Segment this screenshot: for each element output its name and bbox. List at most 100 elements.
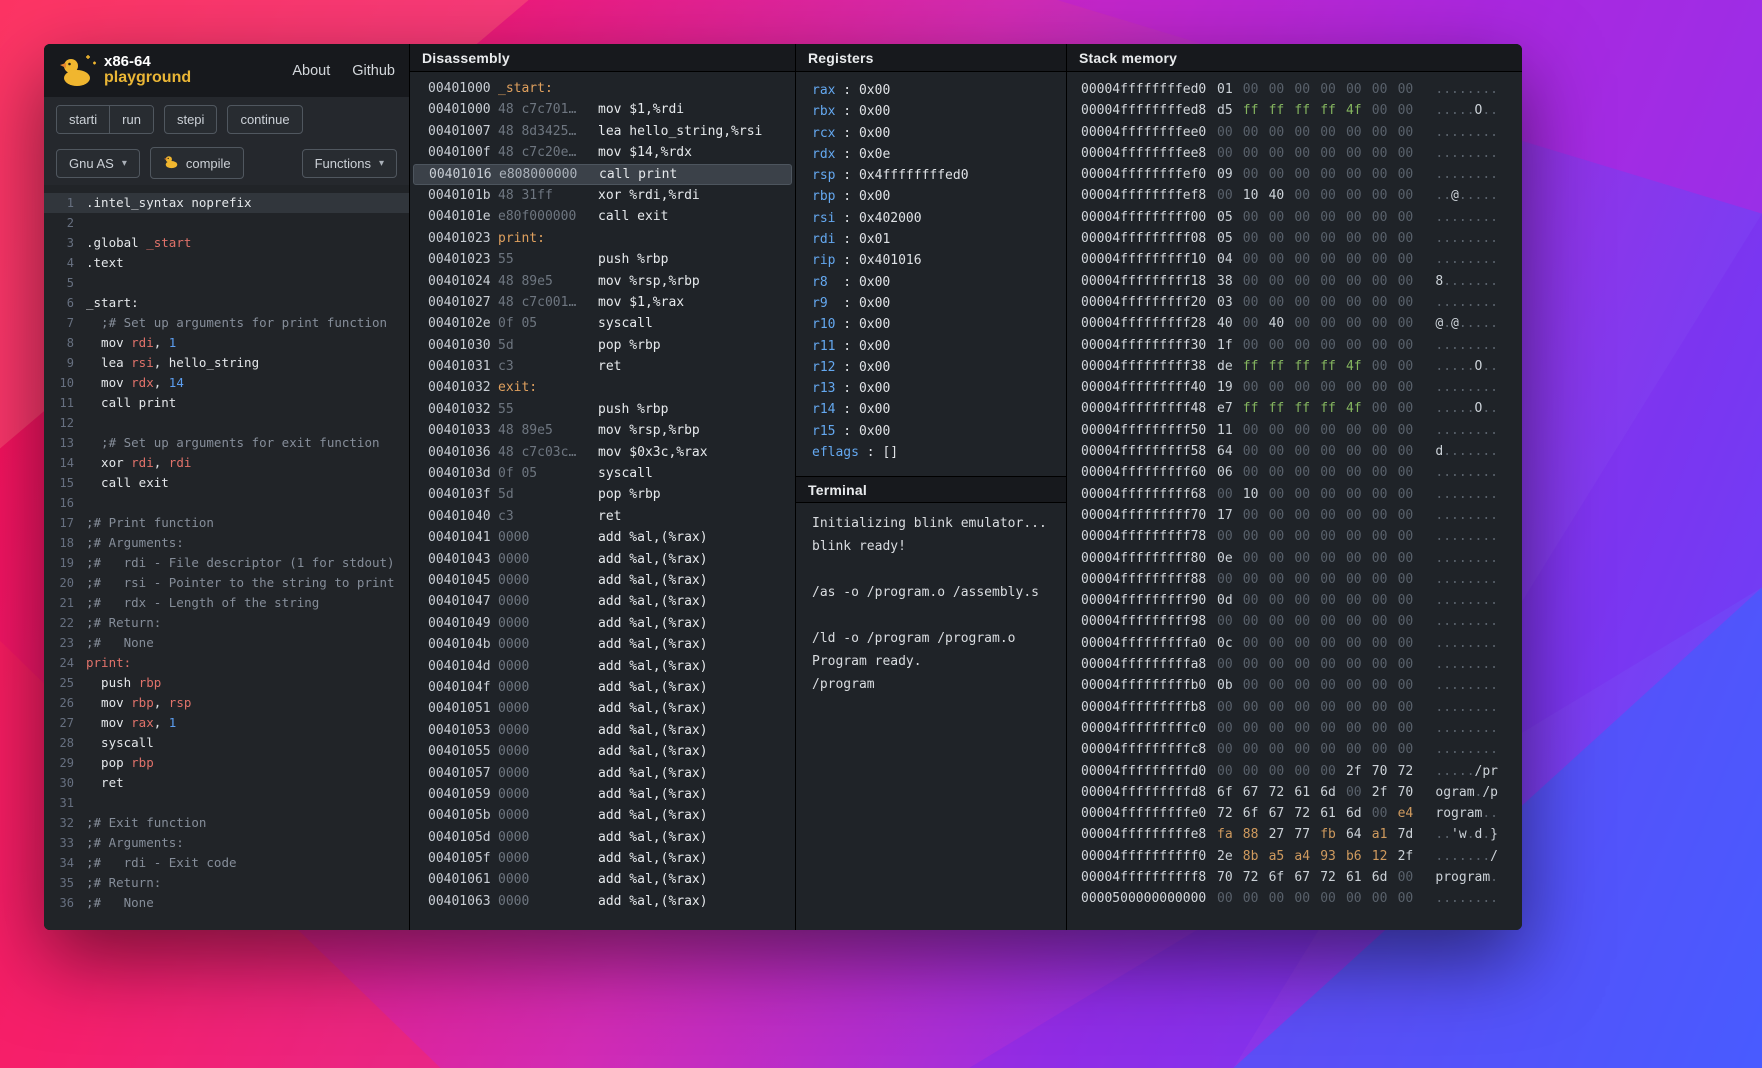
disassembly-row[interactable]: 0040103648 c7c03c…mov $0x3c,%rax bbox=[410, 442, 795, 463]
disassembly-row[interactable]: 0040105d0000add %al,(%rax) bbox=[410, 827, 795, 848]
stack-address: 00004fffffffff20 bbox=[1081, 292, 1209, 313]
disassembly-bytes: c3 bbox=[498, 506, 598, 527]
register-name: rdi bbox=[812, 229, 835, 250]
disassembly-row[interactable]: 00401031c3ret bbox=[410, 356, 795, 377]
continue-button[interactable]: continue bbox=[227, 105, 302, 134]
disassembly-row[interactable]: 004010530000add %al,(%rax) bbox=[410, 720, 795, 741]
stack-byte: 00 bbox=[1294, 377, 1320, 398]
disassembly-row[interactable]: 00401040c3ret bbox=[410, 506, 795, 527]
disassembly-row[interactable]: 0040102355push %rbp bbox=[410, 249, 795, 270]
disassembly-row[interactable]: 0040101ee80f000000call exit bbox=[410, 206, 795, 227]
stack-byte: 00 bbox=[1269, 249, 1295, 270]
disassembly-label-row[interactable]: 00401023print: bbox=[410, 228, 795, 249]
disassembly-row[interactable]: 004010450000add %al,(%rax) bbox=[410, 570, 795, 591]
disassembly-row[interactable]: 0040102e0f 05syscall bbox=[410, 313, 795, 334]
stack-ascii: ........ bbox=[1435, 718, 1498, 739]
stack-byte: 00 bbox=[1398, 505, 1424, 526]
disassembly-address: 00401051 bbox=[428, 698, 498, 719]
stack-byte: 00 bbox=[1320, 739, 1346, 760]
code-token: lea bbox=[86, 355, 131, 370]
disassembly-row[interactable]: 004010305dpop %rbp bbox=[410, 335, 795, 356]
stepi-button[interactable]: stepi bbox=[164, 105, 217, 134]
line-number: 6 bbox=[44, 293, 74, 313]
disassembly-row[interactable]: 004010630000add %al,(%rax) bbox=[410, 891, 795, 912]
disassembly-row[interactable]: 00401016e808000000call print bbox=[413, 164, 792, 185]
disassembly-row[interactable]: 0040100048 c7c701…mov $1,%rdi bbox=[410, 99, 795, 120]
disassembly-row[interactable]: 004010410000add %al,(%rax) bbox=[410, 527, 795, 548]
disassembly-row[interactable]: 0040100748 8d3425…lea hello_string,%rsi bbox=[410, 121, 795, 142]
ascii-char: . bbox=[1482, 274, 1490, 289]
ascii-char: g bbox=[1443, 785, 1451, 800]
disassembly-address: 00401016 bbox=[429, 165, 499, 184]
disassembly-row[interactable]: 0040105b0000add %al,(%rax) bbox=[410, 805, 795, 826]
terminal-output[interactable]: Initializing blink emulator...blink read… bbox=[796, 503, 1066, 930]
editor-line: 2 bbox=[44, 213, 409, 233]
stack-byte: 00 bbox=[1294, 441, 1320, 462]
line-number: 16 bbox=[44, 493, 74, 513]
compile-button[interactable]: compile bbox=[150, 147, 244, 179]
register-name: r13 bbox=[812, 378, 835, 399]
stack-byte: 00 bbox=[1372, 888, 1398, 909]
stack-byte: 00 bbox=[1398, 633, 1424, 654]
stack-byte: 00 bbox=[1346, 185, 1372, 206]
ascii-char: . bbox=[1482, 636, 1490, 651]
disassembly-row[interactable]: 004010510000add %al,(%rax) bbox=[410, 698, 795, 719]
ascii-char: . bbox=[1459, 764, 1467, 779]
code-token: ;# rdx - Length of the string bbox=[86, 595, 319, 610]
ascii-char: . bbox=[1459, 167, 1467, 182]
ascii-char: . bbox=[1482, 827, 1490, 842]
editor-line: 6_start: bbox=[44, 293, 409, 313]
code-token: ;# None bbox=[86, 895, 154, 910]
disassembly-row[interactable]: 004010590000add %al,(%rax) bbox=[410, 784, 795, 805]
stack-address: 00004fffffffffc0 bbox=[1081, 718, 1209, 739]
ascii-char: . bbox=[1451, 380, 1459, 395]
ascii-char: . bbox=[1467, 508, 1475, 523]
stack-byte: 00 bbox=[1372, 505, 1398, 526]
about-link[interactable]: About bbox=[292, 63, 330, 79]
stack-byte: 10 bbox=[1243, 484, 1269, 505]
stack-address: 00004fffffffff40 bbox=[1081, 377, 1209, 398]
stack-row: 00004fffffffff800e00000000000000........ bbox=[1081, 548, 1522, 569]
stack-byte: 4f bbox=[1346, 100, 1372, 121]
stack-byte: 00 bbox=[1294, 122, 1320, 143]
disassembly-row[interactable]: 0040104b0000add %al,(%rax) bbox=[410, 634, 795, 655]
disassembly-row[interactable]: 004010570000add %al,(%rax) bbox=[410, 763, 795, 784]
stack-byte: 00 bbox=[1243, 207, 1269, 228]
disassembly-bytes: 0f 05 bbox=[498, 313, 598, 334]
disassembly-row[interactable]: 004010550000add %al,(%rax) bbox=[410, 741, 795, 762]
disassembly-row[interactable]: 0040101b48 31ffxor %rdi,%rdi bbox=[410, 185, 795, 206]
register-row: r10 : 0x00 bbox=[812, 314, 1066, 335]
disassembly-row[interactable]: 004010470000add %al,(%rax) bbox=[410, 591, 795, 612]
disassembly-row[interactable]: 004010490000add %al,(%rax) bbox=[410, 613, 795, 634]
editor-line: 1.intel_syntax noprefix bbox=[44, 193, 409, 213]
starti-button[interactable]: starti bbox=[57, 106, 109, 133]
stack-byte: 00 bbox=[1372, 398, 1398, 419]
register-row: r12 : 0x00 bbox=[812, 357, 1066, 378]
disassembly-row[interactable]: 0040103348 89e5mov %rsp,%rbp bbox=[410, 420, 795, 441]
github-link[interactable]: Github bbox=[352, 63, 395, 79]
disassembly-row[interactable]: 0040103f5dpop %rbp bbox=[410, 484, 795, 505]
disassembly-label-row[interactable]: 00401000_start: bbox=[410, 78, 795, 99]
stack-byte: ff bbox=[1269, 356, 1295, 377]
stack-ascii: ........ bbox=[1435, 420, 1498, 441]
functions-select[interactable]: Functions ▾ bbox=[302, 149, 397, 178]
disassembly-row[interactable]: 0040104d0000add %al,(%rax) bbox=[410, 656, 795, 677]
stack-row: 00004ffffffffee00000000000000000........ bbox=[1081, 122, 1522, 143]
disassembly-row[interactable]: 0040105f0000add %al,(%rax) bbox=[410, 848, 795, 869]
disassembly-row[interactable]: 0040100f48 c7c20e…mov $14,%rdx bbox=[410, 142, 795, 163]
disassembly-row[interactable]: 0040103255push %rbp bbox=[410, 399, 795, 420]
disassembly-label-row[interactable]: 00401032exit: bbox=[410, 377, 795, 398]
disassembly-row[interactable]: 0040102748 c7c001…mov $1,%rax bbox=[410, 292, 795, 313]
disassembly-row[interactable]: 004010430000add %al,(%rax) bbox=[410, 549, 795, 570]
code-editor[interactable]: 1.intel_syntax noprefix23.global _start4… bbox=[44, 185, 409, 930]
disassembly-row[interactable]: 0040102448 89e5mov %rsp,%rbp bbox=[410, 271, 795, 292]
ascii-char: . bbox=[1443, 551, 1451, 566]
stack-byte: 00 bbox=[1346, 548, 1372, 569]
disassembly-row[interactable]: 0040103d0f 05syscall bbox=[410, 463, 795, 484]
code-token: rdi bbox=[131, 335, 154, 350]
stack-byte: 00 bbox=[1372, 590, 1398, 611]
run-button[interactable]: run bbox=[109, 106, 153, 133]
disassembly-row[interactable]: 0040104f0000add %al,(%rax) bbox=[410, 677, 795, 698]
assembler-select[interactable]: Gnu AS ▾ bbox=[56, 149, 140, 178]
disassembly-row[interactable]: 004010610000add %al,(%rax) bbox=[410, 869, 795, 890]
